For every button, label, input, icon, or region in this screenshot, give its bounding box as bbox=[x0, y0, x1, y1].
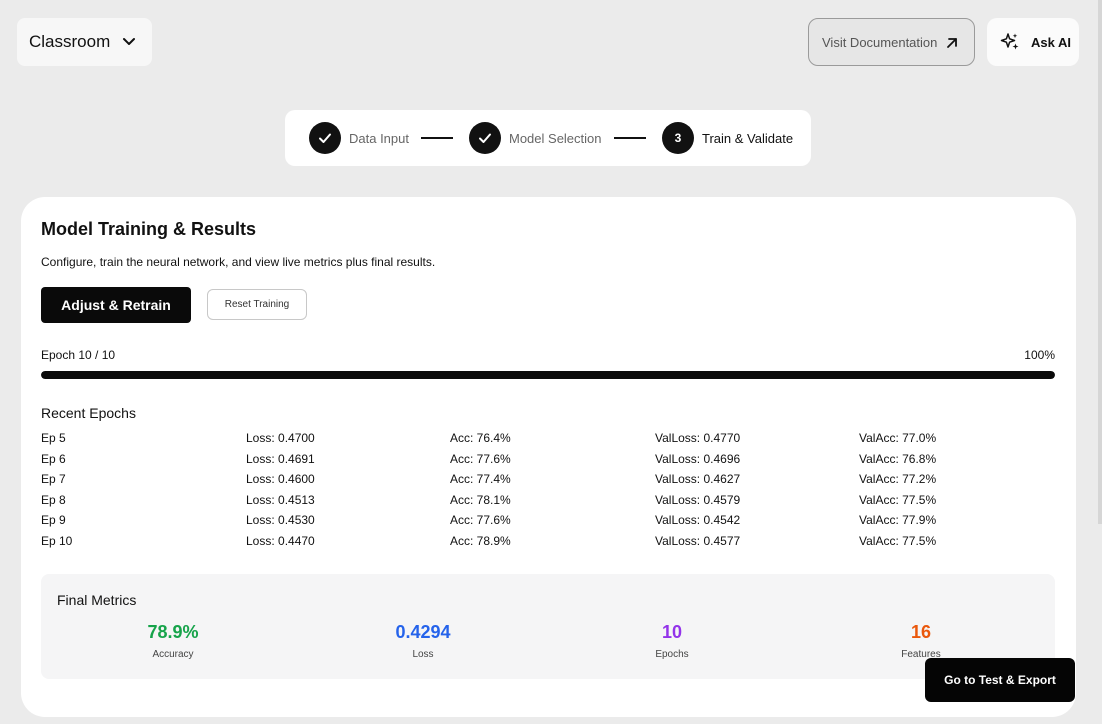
progress-fill bbox=[41, 371, 1055, 379]
training-progress-bar bbox=[41, 371, 1055, 379]
epoch-cell: ValAcc: 77.0% bbox=[859, 431, 937, 445]
epoch-cell: Acc: 76.4% bbox=[450, 431, 511, 445]
ask-ai-label: Ask AI bbox=[1031, 34, 1071, 50]
check-icon bbox=[319, 133, 331, 143]
epoch-cell: Ep 6 bbox=[41, 451, 66, 466]
epoch-cell: ValAcc: 76.8% bbox=[859, 451, 937, 466]
epoch-row: Ep 6 Loss: 0.4691 Acc: 77.6% ValLoss: 0.469… bbox=[41, 452, 1061, 473]
step-data-input[interactable]: Data Input bbox=[349, 131, 409, 146]
ask-ai-button[interactable]: Ask AI bbox=[987, 18, 1079, 66]
step-train-validate[interactable]: Train & Validate bbox=[702, 131, 793, 146]
step-connector bbox=[421, 137, 453, 139]
epoch-cell: ValLoss: 0.4627 bbox=[655, 472, 741, 487]
epoch-cell: ValAcc: 77.9% bbox=[859, 513, 937, 528]
recent-epochs-list: Ep 5 Loss: 0.4700 Acc: 76.4% ValLoss: 0.477… bbox=[41, 431, 1061, 555]
arrow-up-right-icon bbox=[947, 38, 957, 48]
step-train-validate-number: 3 bbox=[662, 122, 694, 154]
top-bar: Classroom Visit Documentation Ask AI bbox=[0, 0, 1102, 90]
epoch-cell: Acc: 77.6% bbox=[450, 451, 511, 466]
epoch-progress-label: Epoch 10 / 10 bbox=[41, 348, 116, 362]
epoch-cell: Ep 5 bbox=[41, 431, 66, 445]
epoch-cell: Acc: 78.1% bbox=[450, 492, 511, 507]
epoch-cell: ValLoss: 0.4770 bbox=[655, 431, 741, 445]
epoch-cell: Loss: 0.4600 bbox=[246, 472, 315, 487]
docs-label: Visit Documentation bbox=[822, 34, 938, 50]
epoch-row: Ep 7 Loss: 0.4600 Acc: 77.4% ValLoss: 0.462… bbox=[41, 472, 1061, 493]
progress-stepper: Data Input Model Selection 3 Train & Val… bbox=[285, 110, 811, 166]
metric-features: 16 Features bbox=[821, 622, 1021, 660]
step-model-selection-indicator bbox=[469, 122, 501, 154]
page-title: Model Training & Results bbox=[41, 219, 257, 239]
epoch-cell: Ep 9 bbox=[41, 513, 66, 528]
training-card: Model Training & Results Configure, trai… bbox=[21, 197, 1076, 717]
epoch-cell: Acc: 77.4% bbox=[450, 472, 511, 487]
epoch-row: Ep 9 Loss: 0.4530 Acc: 77.6% ValLoss: 0.454… bbox=[41, 513, 1061, 534]
workspace-dropdown[interactable]: Classroom bbox=[17, 18, 152, 66]
final-metrics-panel: Final Metrics 78.9% Accuracy 0.4294 Loss… bbox=[41, 574, 1055, 679]
sparkles-icon bbox=[1000, 33, 1019, 50]
progress-percent: 100% bbox=[1024, 348, 1055, 362]
reset-training-button[interactable]: Reset Training bbox=[207, 289, 307, 320]
visit-documentation-button[interactable]: Visit Documentation bbox=[808, 18, 975, 66]
epoch-cell: ValLoss: 0.4542 bbox=[655, 513, 741, 528]
step-model-selection[interactable]: Model Selection bbox=[509, 131, 602, 146]
epoch-cell: ValLoss: 0.4696 bbox=[655, 451, 741, 466]
epoch-row: Ep 5 Loss: 0.4700 Acc: 76.4% ValLoss: 0.477… bbox=[41, 431, 1061, 452]
recent-epochs-heading: Recent Epochs bbox=[41, 405, 136, 421]
adjust-retrain-button[interactable]: Adjust & Retrain bbox=[41, 287, 191, 323]
epoch-cell: Acc: 77.6% bbox=[450, 513, 511, 528]
metric-epochs: 10 Epochs bbox=[572, 622, 772, 660]
epoch-cell: Ep 7 bbox=[41, 472, 66, 487]
epoch-cell: Ep 10 bbox=[41, 533, 73, 548]
epoch-cell: Loss: 0.4691 bbox=[246, 451, 315, 466]
epoch-cell: Loss: 0.4700 bbox=[246, 431, 315, 445]
epoch-row: Ep 8 Loss: 0.4513 Acc: 78.1% ValLoss: 0.457… bbox=[41, 493, 1061, 514]
epoch-cell: Loss: 0.4530 bbox=[246, 513, 315, 528]
check-icon bbox=[479, 133, 491, 143]
epoch-row: Ep 10 Loss: 0.4470 Acc: 78.9% ValLoss: 0.45… bbox=[41, 534, 1061, 555]
chevron-down-icon bbox=[123, 38, 135, 45]
metric-loss: 0.4294 Loss bbox=[323, 622, 523, 660]
page-subtitle: Configure, train the neural network, and… bbox=[41, 255, 436, 269]
epoch-cell: Ep 8 bbox=[41, 492, 66, 507]
epoch-cell: ValAcc: 77.5% bbox=[859, 492, 937, 507]
step-data-input-indicator bbox=[309, 122, 341, 154]
metric-label: Accuracy bbox=[152, 649, 194, 660]
metric-value: 16 bbox=[910, 622, 932, 642]
epoch-cell: Loss: 0.4513 bbox=[246, 492, 315, 507]
epoch-cell: ValAcc: 77.2% bbox=[859, 472, 937, 487]
metric-value: 10 bbox=[661, 622, 683, 642]
final-metrics-heading: Final Metrics bbox=[57, 592, 137, 608]
epoch-cell: Acc: 78.9% bbox=[450, 533, 511, 548]
go-to-test-export-button[interactable]: Go to Test & Export bbox=[925, 658, 1075, 702]
workspace-label: Classroom bbox=[29, 32, 111, 51]
metric-value: 0.4294 bbox=[395, 622, 451, 642]
metric-label: Loss bbox=[412, 649, 434, 660]
metric-accuracy: 78.9% Accuracy bbox=[73, 622, 273, 660]
step-connector bbox=[614, 137, 646, 139]
metric-label: Epochs bbox=[655, 649, 689, 660]
epoch-cell: ValAcc: 77.5% bbox=[859, 533, 937, 548]
epoch-cell: Loss: 0.4470 bbox=[246, 533, 315, 548]
epoch-cell: ValLoss: 0.4579 bbox=[655, 492, 741, 507]
metric-value: 78.9% bbox=[147, 622, 199, 642]
page-scrollbar[interactable] bbox=[1098, 0, 1102, 524]
epoch-cell: ValLoss: 0.4577 bbox=[655, 533, 741, 548]
